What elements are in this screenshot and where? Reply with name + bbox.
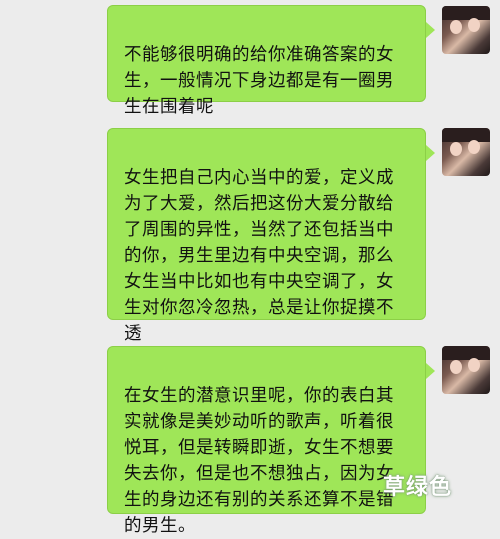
- bubble-tail-1: [426, 22, 435, 38]
- message-text-3: 在女生的潜意识里呢，你的表白其 实就像是美妙动听的歌声，听着很 悦耳，但是转瞬即…: [124, 386, 394, 536]
- avatar-icon-3[interactable]: [442, 346, 490, 394]
- bubble-tail-2: [426, 145, 435, 161]
- avatar-icon-1[interactable]: [442, 6, 490, 54]
- avatar-icon-2[interactable]: [442, 128, 490, 176]
- message-text-2: 女生把自己内心当中的爱，定义成 为了大爱，然后把这份大爱分散给 了周围的异性，当…: [124, 168, 394, 344]
- watermark-text: 草绿色: [382, 475, 452, 500]
- message-text-1: 不能够很明确的给你准确答案的女 生，一般情况下身边都是有一圈男 生在围着呢: [124, 45, 394, 117]
- message-bubble-3[interactable]: 在女生的潜意识里呢，你的表白其 实就像是美妙动听的歌声，听着很 悦耳，但是转瞬即…: [107, 346, 426, 536]
- bubble-tail-3: [426, 363, 435, 379]
- message-bubble-2[interactable]: 女生把自己内心当中的爱，定义成 为了大爱，然后把这份大爱分散给 了周围的异性，当…: [107, 128, 426, 344]
- message-bubble-1[interactable]: 不能够很明确的给你准确答案的女 生，一般情况下身边都是有一圈男 生在围着呢: [107, 5, 426, 117]
